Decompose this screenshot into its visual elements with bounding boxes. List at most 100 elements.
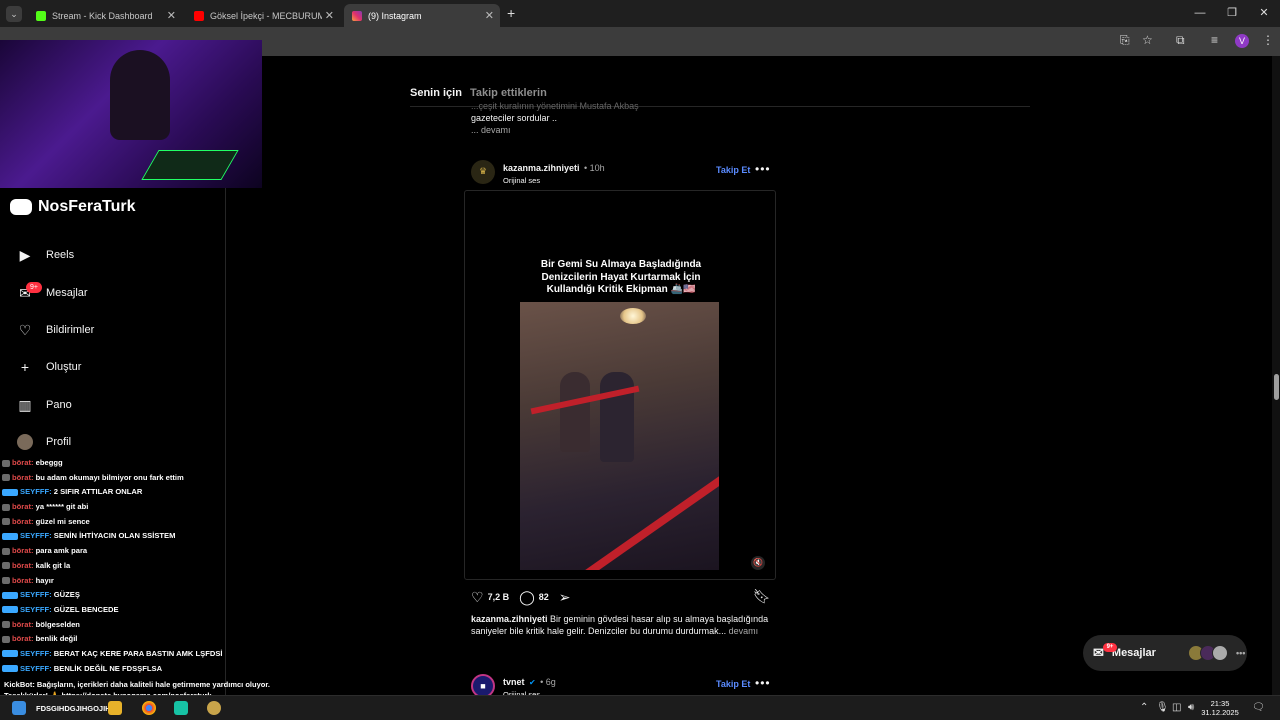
video-title: Bir Gemi Su Almaya Başladığında Denizcil… bbox=[465, 259, 775, 297]
chat-badge-icon bbox=[2, 591, 18, 599]
system-clock[interactable]: 21:35 31.12.2025 bbox=[1200, 699, 1240, 717]
minimize-icon[interactable]: — bbox=[1184, 0, 1216, 27]
streaming-app-icon[interactable] bbox=[174, 701, 188, 715]
tab-kick-dashboard[interactable]: Stream - Kick Dashboard ✕ bbox=[28, 4, 182, 27]
chat-badge-icon bbox=[2, 547, 10, 555]
network-icon[interactable]: ◫ bbox=[1172, 702, 1181, 713]
chat-badge-icon bbox=[2, 621, 10, 629]
close-icon[interactable]: ✕ bbox=[167, 9, 176, 22]
chat-badge-icon bbox=[2, 474, 10, 482]
chat-username: börat: bbox=[12, 619, 34, 629]
microphone-icon[interactable]: 🎙︎ bbox=[1156, 702, 1169, 713]
save-bookmark-icon[interactable]: 🔖︎ bbox=[753, 588, 771, 605]
share-icon: ➢ bbox=[558, 588, 571, 605]
post-caption: kazanma.zihniyeti Bir geminin gövdesi ha… bbox=[471, 613, 771, 637]
messages-pill[interactable]: ✉ 9+ Mesajlar ••• bbox=[1083, 635, 1247, 671]
profile-avatar[interactable]: V bbox=[1235, 34, 1249, 48]
more-icon[interactable]: ••• bbox=[1236, 648, 1245, 658]
tab-youtube[interactable]: Göksel İpekçi - MECBURUM (O ✕ bbox=[186, 4, 340, 27]
chat-username: SEYFFF: bbox=[20, 531, 52, 541]
more-link[interactable]: ... devamı bbox=[471, 124, 771, 136]
file-explorer-icon[interactable] bbox=[108, 701, 122, 715]
comment-icon: ◯ bbox=[519, 588, 535, 605]
post-avatar[interactable]: ♛ bbox=[471, 159, 495, 184]
like-button[interactable]: ♡ 7,2 B bbox=[471, 589, 509, 606]
chat-username: SEYFFF: bbox=[20, 604, 52, 614]
chat-username: SEYFFF: bbox=[20, 663, 52, 673]
comment-count: 82 bbox=[538, 592, 549, 602]
post-audio[interactable]: Orijinal ses bbox=[503, 176, 605, 185]
previous-post-caption: ...çeşit kuralının yönetimini Mustafa Ak… bbox=[471, 100, 771, 136]
chat-message: börat: ebeggg bbox=[2, 456, 302, 471]
scrollbar-thumb[interactable] bbox=[1274, 374, 1279, 400]
close-window-icon[interactable]: ✕ bbox=[1248, 0, 1280, 27]
discord-overlay: NosFeraTurk bbox=[10, 198, 136, 216]
verified-icon: ✔ bbox=[528, 678, 536, 687]
chat-message: SEYFFF: GÜZEŞ bbox=[2, 588, 302, 603]
follow-button[interactable]: Takip Et bbox=[716, 679, 750, 689]
notifications-icon[interactable]: 🗨︎ bbox=[1252, 702, 1265, 713]
sidebar-item-create[interactable]: + Oluştur bbox=[16, 358, 82, 376]
chat-message: börat: kalk git la bbox=[2, 559, 302, 574]
post-actions: ♡ 7,2 B ◯ 82 ➢ bbox=[471, 588, 769, 606]
caption-username[interactable]: kazanma.zihniyeti bbox=[471, 614, 548, 624]
league-icon[interactable] bbox=[207, 701, 221, 715]
share-button[interactable]: ➢ bbox=[559, 589, 571, 606]
kick-icon bbox=[36, 10, 46, 21]
chat-badge-icon bbox=[2, 635, 10, 643]
donate-line: KickBot: Bağışların, içerikleri daha kal… bbox=[4, 680, 270, 689]
volume-icon[interactable]: 🔊︎ bbox=[1188, 702, 1194, 713]
follow-button[interactable]: Takip Et bbox=[716, 165, 750, 175]
chat-badge-icon bbox=[2, 665, 18, 673]
messages-label: Mesajlar bbox=[1111, 647, 1156, 659]
mute-icon[interactable]: 🔇 bbox=[751, 556, 765, 570]
more-options-icon[interactable]: ••• bbox=[755, 676, 771, 690]
close-icon[interactable]: ✕ bbox=[485, 9, 494, 22]
chat-text: kalk git la bbox=[35, 560, 71, 570]
bookmark-star-icon[interactable]: ☆ bbox=[1142, 33, 1153, 47]
more-link[interactable]: devamı bbox=[729, 626, 759, 636]
tray-chevron-icon[interactable]: ⌃ bbox=[1140, 702, 1148, 713]
sidebar-item-label: Profil bbox=[46, 436, 72, 448]
start-icon[interactable] bbox=[12, 701, 26, 715]
tab-instagram[interactable]: (9) Instagram ✕ bbox=[344, 4, 500, 27]
chat-username: börat: bbox=[12, 546, 34, 556]
post-header: ♛ kazanma.zihniyeti • 10h Orijinal ses bbox=[471, 158, 605, 185]
more-options-icon[interactable]: ••• bbox=[755, 162, 771, 176]
chat-message: börat: para amk para bbox=[2, 544, 302, 559]
post-video[interactable]: Bir Gemi Su Almaya Başladığında Denizcil… bbox=[464, 190, 776, 580]
extensions-icon[interactable]: ⧉ bbox=[1176, 33, 1185, 48]
close-icon[interactable]: ✕ bbox=[325, 9, 334, 22]
post-avatar[interactable]: ■ bbox=[471, 673, 495, 698]
chat-text: 2 SIFIR ATTILAR ONLAR bbox=[53, 487, 143, 497]
chat-username: börat: bbox=[12, 516, 34, 526]
restore-icon[interactable]: ❐ bbox=[1216, 0, 1248, 27]
page-scrollbar[interactable] bbox=[1272, 56, 1280, 695]
chat-overlay: börat: ebeggg börat: bu adam okumayı bilm… bbox=[2, 456, 302, 676]
chrome-icon[interactable] bbox=[142, 701, 156, 715]
post-username[interactable]: tvnet bbox=[503, 677, 525, 687]
install-app-icon[interactable]: ⎘ bbox=[1120, 33, 1130, 48]
sailor-figure bbox=[600, 372, 634, 462]
chat-text: para amk para bbox=[35, 546, 88, 556]
post-username[interactable]: kazanma.zihniyeti bbox=[503, 163, 580, 173]
chat-badge-icon bbox=[2, 459, 10, 467]
red-pipe bbox=[574, 468, 719, 570]
sidebar-item-reels[interactable]: ▶ Reels bbox=[16, 246, 75, 264]
comment-button[interactable]: ◯ 82 bbox=[519, 589, 549, 606]
sidebar-item-dashboard[interactable]: ▥ Pano bbox=[16, 396, 71, 414]
more-menu-icon[interactable]: ⋮ bbox=[1262, 33, 1274, 47]
discord-name: NosFeraTurk bbox=[38, 198, 136, 215]
media-controls-icon[interactable]: ≡ bbox=[1211, 33, 1218, 47]
discord-icon bbox=[10, 199, 32, 215]
sidebar-item-label: Oluştur bbox=[46, 361, 82, 373]
tab-following[interactable]: Takip ettiklerin bbox=[470, 87, 547, 99]
tab-search-button[interactable]: ⌄ bbox=[6, 6, 22, 22]
new-tab-button[interactable]: + bbox=[507, 5, 515, 21]
clock-time: 21:35 bbox=[1210, 699, 1230, 708]
sidebar-item-notifications[interactable]: ♡ Bildirimler bbox=[16, 321, 95, 339]
chat-badge-icon bbox=[2, 518, 10, 526]
tab-for-you[interactable]: Senin için bbox=[410, 87, 462, 99]
chat-text: bu adam okumayı bilmiyor onu fark ettim bbox=[35, 472, 184, 482]
sidebar-item-profile[interactable]: Profil bbox=[16, 433, 71, 451]
